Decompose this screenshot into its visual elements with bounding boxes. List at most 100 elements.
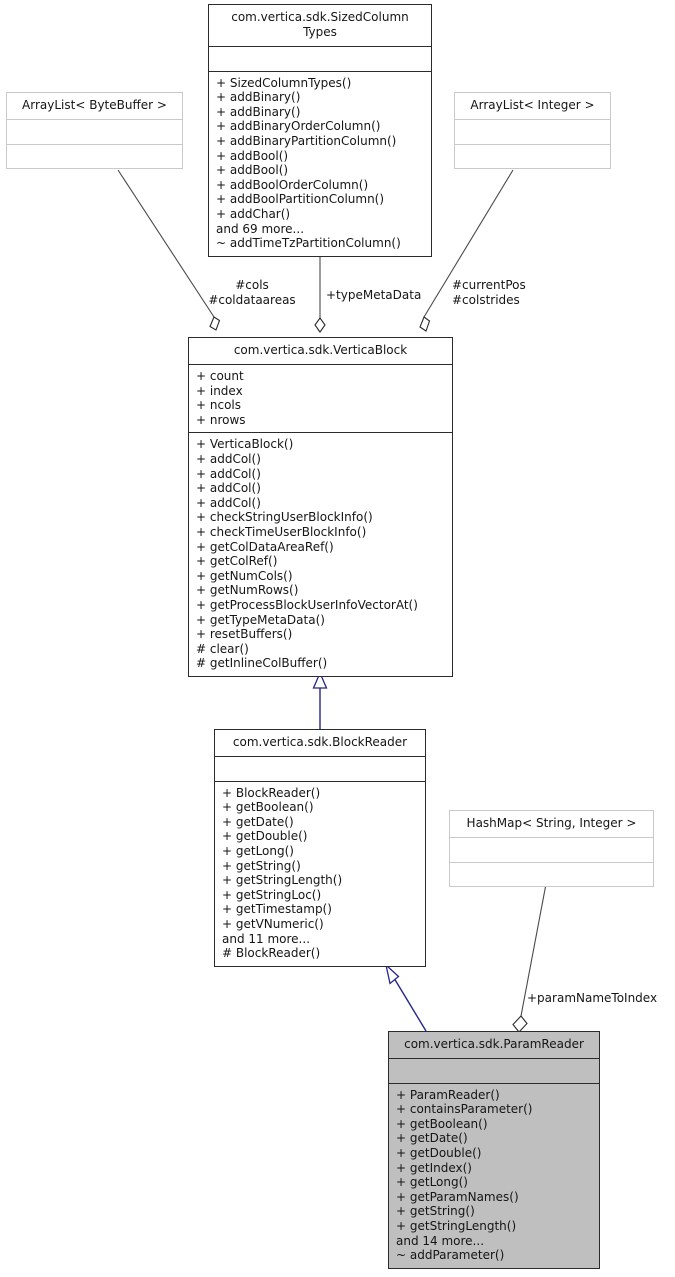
class-box-arraylist-integer[interactable]: ArrayList< Integer > xyxy=(454,92,611,170)
class-attributes-blockreader xyxy=(215,757,425,782)
operation-row: # getInlineColBuffer() xyxy=(196,656,328,671)
operation-row: + checkTimeUserBlockInfo() xyxy=(196,524,367,539)
operation-row: + addBool() xyxy=(216,163,289,178)
operation-row: + BlockReader() xyxy=(222,785,321,800)
class-box-arraylist-bytebuffer[interactable]: ArrayList< ByteBuffer > xyxy=(6,92,183,170)
edge-label-paramnametoindex: +paramNameToIndex xyxy=(527,991,658,1005)
operation-row: + getStringLength() xyxy=(396,1218,517,1233)
class-operations-verticablock: + VerticaBlock() + addCol() + addCol() +… xyxy=(189,433,452,676)
operation-row: + getDate() xyxy=(396,1131,468,1146)
class-operations-sizedcolumntypes: + SizedColumnTypes() + addBinary() + add… xyxy=(209,72,431,256)
operation-row: + VerticaBlock() xyxy=(196,437,294,452)
operation-row: + addBoolPartitionColumn() xyxy=(216,192,385,207)
edge-label-cols-coldataareas: #cols #coldataareas xyxy=(208,278,296,307)
class-title-arraylist-bytebuffer: ArrayList< ByteBuffer > xyxy=(7,93,182,120)
operation-row: + getDouble() xyxy=(222,829,308,844)
operation-row: + getNumRows() xyxy=(196,583,299,598)
class-title-paramreader: com.vertica.sdk.ParamReader xyxy=(389,1032,599,1059)
operation-row: + getColRef() xyxy=(196,554,278,569)
operation-row: + getStringLoc() xyxy=(222,887,322,902)
operation-row xyxy=(14,149,175,164)
operation-row: + getBoolean() xyxy=(396,1116,488,1131)
operation-row: + resetBuffers() xyxy=(196,627,293,642)
edge-label-currentpos-colstrides: #currentPos #colstrides xyxy=(452,278,526,307)
class-title-sizedcolumntypes: com.vertica.sdk.SizedColumn Types xyxy=(209,5,431,47)
operation-row-more: and 11 more... xyxy=(222,931,311,946)
class-box-blockreader[interactable]: com.vertica.sdk.BlockReader + BlockReade… xyxy=(214,729,426,967)
class-attributes-arraylist-integer xyxy=(455,120,610,145)
operation-row: + getTimestamp() xyxy=(222,902,332,917)
operation-row-more: and 14 more... xyxy=(396,1233,485,1248)
edge-inheritance-paramreader xyxy=(384,963,427,1032)
attribute-row: + nrows xyxy=(196,412,246,427)
attribute-row xyxy=(457,842,646,857)
class-box-verticablock[interactable]: com.vertica.sdk.VerticaBlock + count + i… xyxy=(188,337,453,677)
attribute-row xyxy=(216,51,424,66)
operation-row: + checkStringUserBlockInfo() xyxy=(196,510,373,525)
class-title-verticablock: com.vertica.sdk.VerticaBlock xyxy=(189,338,452,365)
class-operations-blockreader: + BlockReader() + getBoolean() + getDate… xyxy=(215,782,425,966)
class-box-sizedcolumntypes[interactable]: com.vertica.sdk.SizedColumn Types + Size… xyxy=(208,4,432,257)
operation-row: + getString() xyxy=(396,1204,475,1219)
attribute-row: + count xyxy=(196,369,244,383)
operation-row: + getBoolean() xyxy=(222,800,314,815)
attribute-row xyxy=(396,1063,592,1078)
class-operations-arraylist-integer xyxy=(455,145,610,169)
operation-row-more: and 69 more... xyxy=(216,221,305,236)
operation-row: + getDate() xyxy=(222,814,294,829)
operation-row: + getVNumeric() xyxy=(222,916,324,931)
operation-row: + getLong() xyxy=(222,843,294,858)
edge-typemetadata xyxy=(314,257,326,333)
class-operations-paramreader: + ParamReader() + containsParameter() + … xyxy=(389,1084,599,1268)
operation-row: + addBinary() xyxy=(216,90,301,105)
operation-row: + ParamReader() xyxy=(396,1087,500,1102)
operation-row xyxy=(457,867,646,882)
class-attributes-verticablock: + count + index + ncols + nrows xyxy=(189,365,452,434)
operation-row: + getTypeMetaData() xyxy=(196,612,325,627)
operation-row: ~ addParameter() xyxy=(396,1248,505,1263)
operation-row: + getLong() xyxy=(396,1175,468,1190)
operation-row: # clear() xyxy=(196,641,249,656)
attribute-row xyxy=(14,124,175,139)
operation-row: # BlockReader() xyxy=(222,946,321,961)
operation-row: + getColDataAreaRef() xyxy=(196,539,334,554)
class-box-hashmap-string-integer[interactable]: HashMap< String, Integer > xyxy=(449,810,654,888)
operation-row: + SizedColumnTypes() xyxy=(216,75,352,90)
operation-row: + getNumCols() xyxy=(196,568,293,583)
operation-row: + containsParameter() xyxy=(396,1102,533,1117)
class-attributes-sizedcolumntypes xyxy=(209,47,431,72)
operation-row: + addBool() xyxy=(216,148,289,163)
attribute-row xyxy=(222,761,418,776)
edge-inheritance-blockreader xyxy=(312,671,328,729)
edge-paramnametoindex xyxy=(512,883,547,1033)
operation-row: + getParamNames() xyxy=(396,1189,519,1204)
edge-label-typemetadata: +typeMetaData xyxy=(326,288,422,302)
operation-row: + addBinaryPartitionColumn() xyxy=(216,133,397,148)
operation-row: + addCol() xyxy=(196,495,261,510)
attribute-row: + index xyxy=(196,383,243,398)
operation-row: + addBoolOrderColumn() xyxy=(216,177,369,192)
class-attributes-arraylist-bytebuffer xyxy=(7,120,182,145)
operation-row: + addCol() xyxy=(196,481,261,496)
class-operations-arraylist-bytebuffer xyxy=(7,145,182,169)
attribute-row xyxy=(462,124,603,139)
operation-row: + getStringLength() xyxy=(222,873,343,888)
operation-row: + addBinaryOrderColumn() xyxy=(216,119,381,134)
operation-row: + addBinary() xyxy=(216,104,301,119)
operation-row: + addCol() xyxy=(196,451,261,466)
operation-row: + getProcessBlockUserInfoVectorAt() xyxy=(196,597,418,612)
uml-class-diagram: com.vertica.sdk.SizedColumn Types + Size… xyxy=(0,0,675,1277)
attribute-row: + ncols xyxy=(196,398,241,413)
operation-row: ~ addTimeTzPartitionColumn() xyxy=(216,236,401,251)
class-title-blockreader: com.vertica.sdk.BlockReader xyxy=(215,730,425,757)
operation-row: + getIndex() xyxy=(396,1160,472,1175)
class-operations-hashmap-string-integer xyxy=(450,863,653,887)
operation-row: + addChar() xyxy=(216,206,291,221)
class-attributes-hashmap-string-integer xyxy=(450,838,653,863)
class-title-hashmap-string-integer: HashMap< String, Integer > xyxy=(450,811,653,838)
operation-row: + addCol() xyxy=(196,466,261,481)
operation-row xyxy=(462,149,603,164)
class-attributes-paramreader xyxy=(389,1059,599,1084)
class-box-paramreader[interactable]: com.vertica.sdk.ParamReader + ParamReade… xyxy=(388,1031,600,1269)
operation-row: + getDouble() xyxy=(396,1145,482,1160)
